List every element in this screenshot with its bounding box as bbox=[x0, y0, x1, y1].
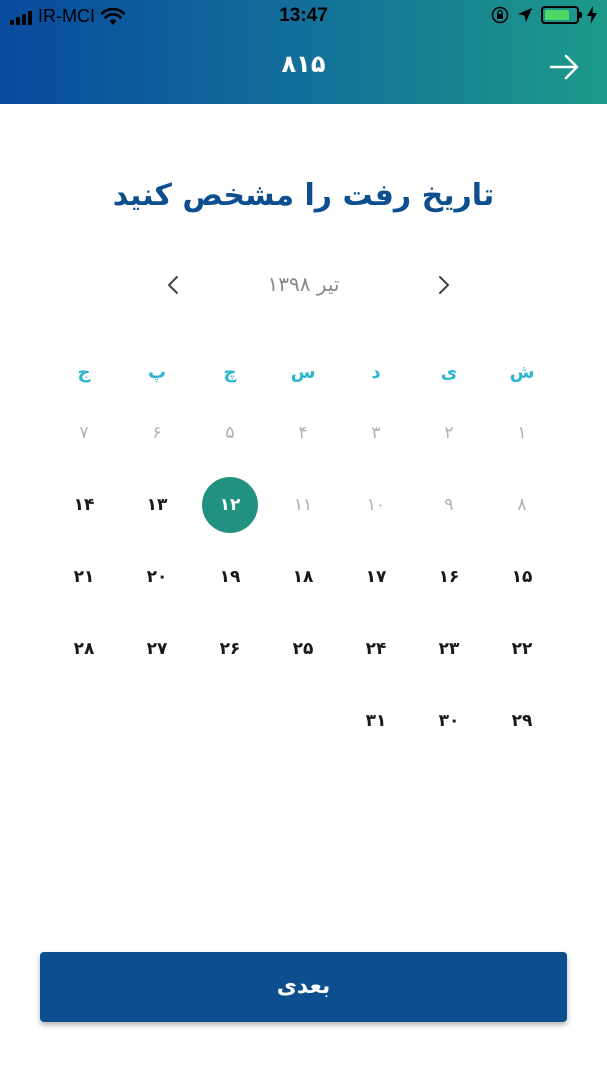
charging-icon bbox=[587, 6, 597, 24]
month-label: تیر ۱۳۹۸ bbox=[267, 272, 340, 296]
calendar-day: ۱۱ bbox=[293, 495, 313, 515]
calendar-day[interactable]: ۳۰ bbox=[421, 693, 477, 749]
page-title: تاریخ رفت را مشخص کنید bbox=[112, 178, 495, 213]
chevron-right-icon[interactable] bbox=[432, 274, 454, 296]
calendar-day[interactable]: ۱۴ bbox=[56, 477, 112, 533]
calendar-day: ۱۰ bbox=[366, 495, 386, 515]
calendar-day[interactable]: ۱۶ bbox=[421, 549, 477, 605]
calendar-day[interactable]: ۱۳ bbox=[129, 477, 185, 533]
calendar-day: ۴ bbox=[298, 423, 308, 443]
calendar-day[interactable]: ۲۸ bbox=[56, 621, 112, 677]
calendar-day[interactable]: ۲۳ bbox=[421, 621, 477, 677]
calendar-day[interactable]: ۱۸ bbox=[275, 549, 331, 605]
calendar-day[interactable]: ۲۷ bbox=[129, 621, 185, 677]
calendar-day[interactable]: ۱۹ bbox=[202, 549, 258, 605]
next-button[interactable]: بعدی bbox=[40, 952, 567, 1022]
calendar-day: ۸ bbox=[517, 495, 527, 515]
calendar-day[interactable]: ۱۵ bbox=[494, 549, 550, 605]
flight-number-title: ۸۱۵ bbox=[281, 50, 326, 78]
calendar-day[interactable]: ۳۱ bbox=[348, 693, 404, 749]
calendar-day[interactable]: ۲۰ bbox=[129, 549, 185, 605]
calendar-day: ۷ bbox=[79, 423, 89, 443]
calendar-day[interactable]: ۲۶ bbox=[202, 621, 258, 677]
status-bar: IR-MCI 13:47 bbox=[0, 0, 607, 34]
weekday-label: ج bbox=[77, 362, 91, 383]
calendar-day[interactable]: ۲۱ bbox=[56, 549, 112, 605]
calendar-day: ۳ bbox=[371, 423, 381, 443]
calendar-day: ۲ bbox=[444, 423, 454, 443]
calendar-day-selected[interactable]: ۱۲ bbox=[202, 477, 258, 533]
calendar-day[interactable]: ۲۴ bbox=[348, 621, 404, 677]
battery-icon bbox=[541, 6, 582, 24]
weekday-label: س bbox=[290, 362, 316, 383]
arrow-right-icon[interactable] bbox=[549, 52, 581, 82]
weekday-label: چ bbox=[223, 362, 237, 383]
calendar-day: ۹ bbox=[444, 495, 454, 515]
status-right bbox=[491, 6, 597, 24]
month-navigator: تیر ۱۳۹۸ bbox=[0, 268, 607, 304]
calendar-day[interactable]: ۲۹ bbox=[494, 693, 550, 749]
calendar-day[interactable]: ۲۵ bbox=[275, 621, 331, 677]
calendar-day[interactable]: ۱۷ bbox=[348, 549, 404, 605]
location-icon bbox=[518, 8, 532, 22]
weekday-label: پ bbox=[147, 362, 167, 383]
calendar-day: ۶ bbox=[152, 423, 162, 443]
weekday-header: شیدسچپج bbox=[0, 362, 607, 392]
weekday-label: ی bbox=[440, 362, 458, 383]
weekday-label: د bbox=[371, 362, 381, 383]
app-header: IR-MCI 13:47 ۸۱۵ bbox=[0, 0, 607, 104]
battery-level bbox=[545, 10, 569, 20]
weekday-label: ش bbox=[509, 362, 535, 383]
calendar-day[interactable]: ۲۲ bbox=[494, 621, 550, 677]
calendar-day: ۱ bbox=[517, 423, 527, 443]
calendar-day: ۵ bbox=[225, 423, 235, 443]
orientation-lock-icon bbox=[491, 6, 509, 24]
